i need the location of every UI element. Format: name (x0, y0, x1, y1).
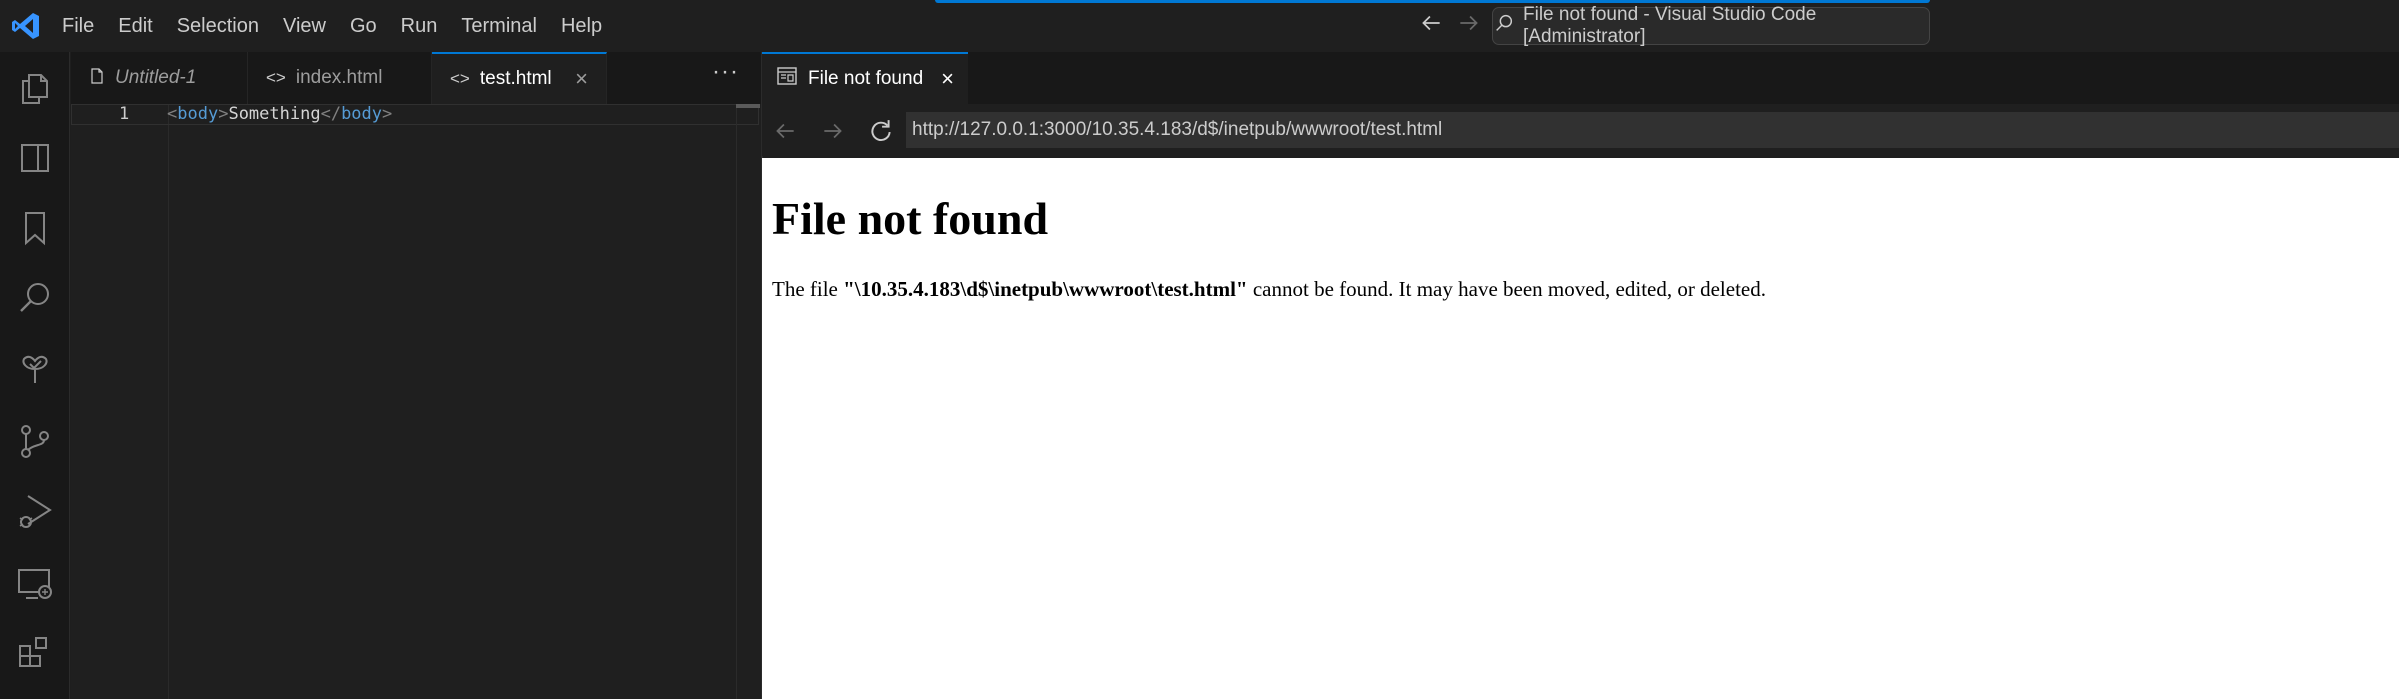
title-navigation (1418, 10, 1482, 41)
message-suffix: cannot be found. It may have been moved,… (1247, 277, 1766, 301)
line-number-gutter (71, 104, 169, 699)
code-text: Something (228, 104, 321, 124)
bookmark-icon[interactable] (14, 207, 56, 249)
tag-name: body (177, 104, 219, 124)
page-heading: File not found (772, 193, 1049, 244)
file-icon (89, 67, 105, 89)
go-back-icon[interactable] (1418, 10, 1444, 41)
code-editor[interactable]: 1 <body>Something</body> (71, 104, 761, 699)
tab-test-html[interactable]: <> test.html × (432, 52, 607, 104)
tab-label: Untitled-1 (115, 67, 197, 88)
run-debug-icon[interactable] (14, 490, 56, 532)
command-center[interactable]: File not found - Visual Studio Code [Adm… (1492, 4, 1930, 47)
explorer-icon[interactable] (14, 67, 56, 109)
tab-untitled-1[interactable]: Untitled-1 (71, 52, 248, 104)
browser-page: File not found The file "\10.35.4.183\d$… (762, 158, 2399, 699)
search-icon (1493, 12, 1515, 40)
code-line[interactable]: <body>Something</body> (167, 104, 392, 124)
tab-label: index.html (295, 67, 383, 88)
test-tree-icon[interactable] (14, 349, 56, 391)
menu-help[interactable]: Help (549, 0, 614, 52)
go-forward-icon[interactable] (1456, 10, 1482, 41)
page-message: The file "\10.35.4.183\d$\inetpub\wwwroo… (772, 277, 1766, 302)
tab-index-html[interactable]: <> index.html (248, 52, 432, 104)
close-icon[interactable]: × (941, 66, 954, 92)
preview-icon (776, 65, 798, 93)
more-actions-icon[interactable]: ··· (712, 58, 739, 86)
code-file-icon: <> (450, 69, 470, 88)
tab-label: test.html (479, 68, 552, 89)
menu-bar: File Edit Selection View Go Run Terminal… (50, 0, 614, 52)
menu-go[interactable]: Go (338, 0, 389, 52)
vertical-scrollbar[interactable] (736, 104, 760, 699)
tag-bracket: </ (320, 104, 342, 124)
title-accent-line (935, 0, 1930, 3)
back-icon[interactable] (772, 118, 798, 144)
search-icon[interactable] (14, 277, 56, 319)
reload-icon[interactable] (868, 118, 894, 144)
tag-bracket: > (218, 104, 229, 124)
menu-view[interactable]: View (271, 0, 338, 52)
url-input[interactable]: http://127.0.0.1:3000/10.35.4.183/d$/ine… (906, 112, 2399, 148)
activity-bar (0, 52, 70, 699)
browser-tab-bar: File not found × (762, 52, 2399, 104)
menu-edit[interactable]: Edit (106, 0, 164, 52)
vscode-logo-icon (10, 10, 42, 42)
forward-icon[interactable] (820, 118, 846, 144)
split-panel-icon[interactable] (14, 137, 56, 179)
title-bar: File Edit Selection View Go Run Terminal… (0, 0, 2399, 52)
menu-selection[interactable]: Selection (165, 0, 271, 52)
menu-run[interactable]: Run (389, 0, 450, 52)
tag-name: body (341, 104, 383, 124)
tab-file-not-found[interactable]: File not found × (762, 52, 968, 104)
source-control-icon[interactable] (14, 420, 56, 462)
close-icon[interactable]: × (575, 66, 588, 92)
tag-bracket: < (167, 104, 178, 124)
line-number: 1 (119, 104, 130, 124)
tag-bracket: > (382, 104, 393, 124)
file-path: "\10.35.4.183\d$\inetpub\wwwroot\test.ht… (843, 277, 1248, 301)
window-title: File not found - Visual Studio Code [Adm… (1523, 4, 1817, 47)
extensions-icon[interactable] (14, 632, 56, 674)
remote-explorer-icon[interactable] (14, 562, 56, 604)
tab-label: File not found (808, 68, 924, 89)
scrollbar-thumb[interactable] (736, 104, 760, 108)
message-prefix: The file (772, 277, 844, 301)
menu-file[interactable]: File (50, 0, 106, 52)
editor-tab-bar: Untitled-1 <> index.html <> test.html × (71, 52, 761, 104)
menu-terminal[interactable]: Terminal (449, 0, 549, 52)
code-file-icon: <> (266, 68, 286, 87)
